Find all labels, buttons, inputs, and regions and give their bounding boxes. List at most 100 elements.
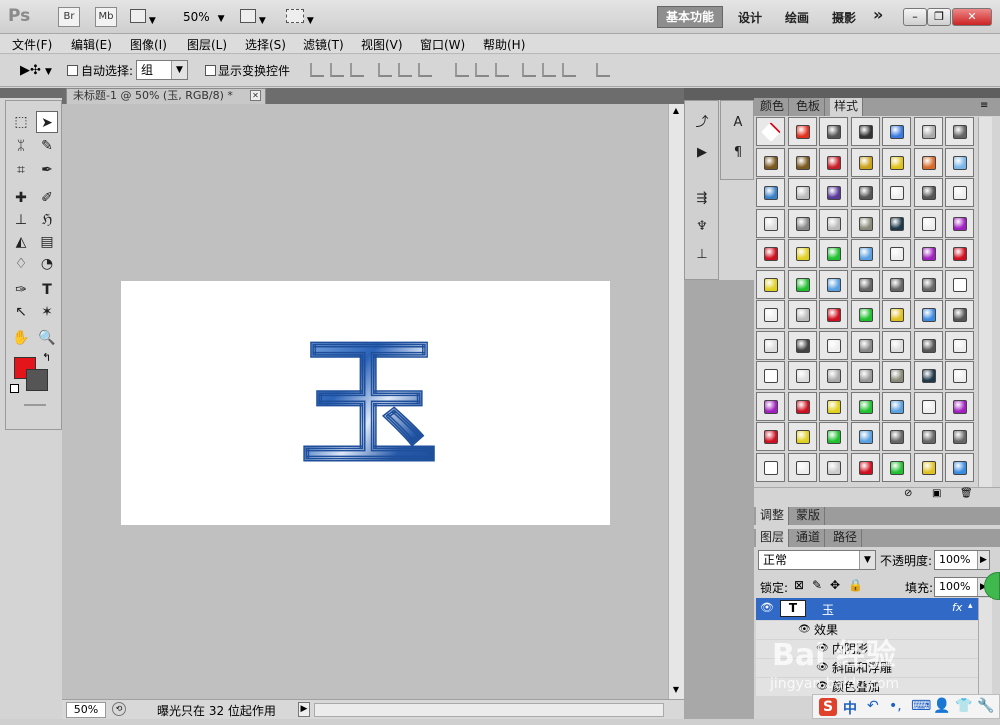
crop-tool-icon[interactable]: ⌗ <box>10 159 32 181</box>
tab-adjustments[interactable]: 调整 <box>756 507 790 525</box>
ime-language-toggle[interactable]: 中 <box>843 698 857 718</box>
menu-edit[interactable]: 编辑(E) <box>71 36 112 53</box>
effect-eye-icon[interactable]: 👁 <box>816 659 829 677</box>
hand-tool-icon[interactable]: ✋ <box>10 327 32 349</box>
style-swatch[interactable] <box>945 361 974 390</box>
bridge-button[interactable]: Br <box>58 7 80 27</box>
dodge-tool-icon[interactable]: ◔ <box>36 253 58 275</box>
background-color-swatch[interactable] <box>26 369 48 391</box>
lock-all-icon[interactable]: 🔒 <box>848 578 863 592</box>
style-swatch[interactable] <box>882 178 911 207</box>
distribute-horizontal-center-icon[interactable] <box>542 63 556 77</box>
style-swatch[interactable] <box>787 361 817 390</box>
ime-tools-icon[interactable]: 🔧 <box>977 698 994 714</box>
lock-transparency-icon[interactable]: ⊠ <box>794 578 804 592</box>
document-horizontal-scrollbar[interactable] <box>314 703 664 717</box>
brush-tool-icon[interactable]: ✐ <box>36 187 58 209</box>
menu-file[interactable]: 文件(F) <box>12 36 52 53</box>
healing-brush-tool-icon[interactable]: ✚ <box>10 187 32 209</box>
document-canvas[interactable]: 玉 <box>121 281 610 525</box>
distribute-left-icon[interactable] <box>522 63 536 77</box>
panel-group-header[interactable] <box>754 88 1000 98</box>
style-swatch[interactable] <box>945 300 974 329</box>
ime-keyboard-icon[interactable]: ⌨ <box>911 698 931 714</box>
style-swatch[interactable] <box>882 422 911 451</box>
workspace-painting[interactable]: 绘画 <box>785 8 809 28</box>
style-swatch[interactable] <box>819 117 848 146</box>
style-swatch[interactable] <box>850 452 880 482</box>
style-swatch[interactable] <box>756 452 785 482</box>
style-swatch[interactable] <box>819 300 848 329</box>
menu-view[interactable]: 视图(V) <box>361 36 403 53</box>
styles-scrollbar[interactable] <box>978 117 992 487</box>
default-colors-icon[interactable] <box>10 384 19 393</box>
custom-shape-tool-icon[interactable]: ✶ <box>36 301 58 323</box>
style-swatch[interactable] <box>945 147 974 177</box>
style-swatch[interactable] <box>945 208 974 238</box>
style-swatch[interactable] <box>945 330 974 360</box>
style-swatch[interactable] <box>787 391 817 421</box>
pen-tool-icon[interactable]: ✑ <box>10 279 32 301</box>
style-swatch[interactable] <box>787 239 817 268</box>
style-swatch[interactable] <box>913 178 943 207</box>
clear-style-icon[interactable]: ⊘ <box>904 488 912 499</box>
new-style-icon[interactable]: ▣ <box>932 488 941 499</box>
menu-layer[interactable]: 图层(L) <box>187 36 227 53</box>
delete-style-icon[interactable]: 🗑 <box>960 488 973 499</box>
lock-position-icon[interactable]: ✥ <box>830 578 840 592</box>
effect-item-bevel-emboss[interactable]: 👁 斜面和浮雕 <box>756 659 978 677</box>
style-swatch[interactable] <box>850 391 880 421</box>
layer-fx-icon[interactable]: fx <box>952 601 962 614</box>
style-swatch[interactable] <box>819 147 848 177</box>
style-swatch[interactable] <box>945 422 974 451</box>
lock-image-icon[interactable]: ✎ <box>812 578 822 592</box>
show-transform-controls-checkbox[interactable] <box>205 65 216 76</box>
style-swatch[interactable] <box>787 178 817 207</box>
auto-select-checkbox[interactable] <box>67 65 78 76</box>
align-vertical-center-icon[interactable] <box>330 63 344 77</box>
document-vertical-scrollbar[interactable]: ▲ ▼ <box>668 104 684 699</box>
layers-scrollbar[interactable] <box>978 598 992 698</box>
lasso-tool-icon[interactable]: ᛯ <box>10 135 32 157</box>
ime-fullwidth-icon[interactable]: •, <box>889 698 902 714</box>
style-swatch[interactable] <box>819 269 848 299</box>
style-swatch[interactable] <box>787 147 817 177</box>
close-document-icon[interactable]: ✕ <box>250 90 261 101</box>
ime-logo-icon[interactable]: S <box>819 698 837 716</box>
marquee-tool-icon[interactable]: ⬚ <box>10 111 32 133</box>
auto-align-layers-icon[interactable] <box>596 63 610 77</box>
style-swatch[interactable] <box>787 300 817 329</box>
style-swatch[interactable] <box>819 178 848 207</box>
minimize-button[interactable]: – <box>903 8 927 26</box>
history-brush-tool-icon[interactable]: ℌ <box>36 209 58 231</box>
style-swatch[interactable] <box>756 269 785 299</box>
distribute-top-icon[interactable] <box>455 63 469 77</box>
style-swatch[interactable] <box>756 147 785 177</box>
blur-tool-icon[interactable]: ♢ <box>10 253 32 275</box>
style-swatch[interactable] <box>882 208 911 238</box>
style-swatch[interactable] <box>945 391 974 421</box>
status-zoom-field[interactable]: 50% <box>66 702 106 718</box>
style-swatch[interactable] <box>945 239 974 268</box>
ime-user-icon[interactable]: 👤 <box>933 698 950 714</box>
styles-panel-menu-icon[interactable]: ≡ <box>980 100 988 111</box>
style-swatch[interactable] <box>850 361 880 390</box>
style-swatch[interactable] <box>819 361 848 390</box>
align-right-icon[interactable] <box>418 63 432 77</box>
path-selection-tool-icon[interactable]: ↖ <box>10 301 32 323</box>
style-swatch[interactable] <box>819 391 848 421</box>
status-menu-arrow-icon[interactable]: ▶ <box>298 702 310 717</box>
menu-image[interactable]: 图像(I) <box>130 36 167 53</box>
style-swatch[interactable] <box>850 300 880 329</box>
ime-skin-icon[interactable]: 👕 <box>955 698 972 714</box>
mini-bridge-button[interactable]: Mb <box>95 7 117 27</box>
style-swatch[interactable] <box>787 117 817 146</box>
style-swatch[interactable] <box>819 239 848 268</box>
style-swatch[interactable] <box>945 117 974 146</box>
layer-visibility-eye-icon[interactable]: 👁 <box>760 601 774 614</box>
style-swatch[interactable] <box>787 422 817 451</box>
style-swatch[interactable] <box>850 269 880 299</box>
style-swatch[interactable] <box>913 361 943 390</box>
style-swatch[interactable] <box>756 422 785 451</box>
style-swatch[interactable] <box>850 147 880 177</box>
